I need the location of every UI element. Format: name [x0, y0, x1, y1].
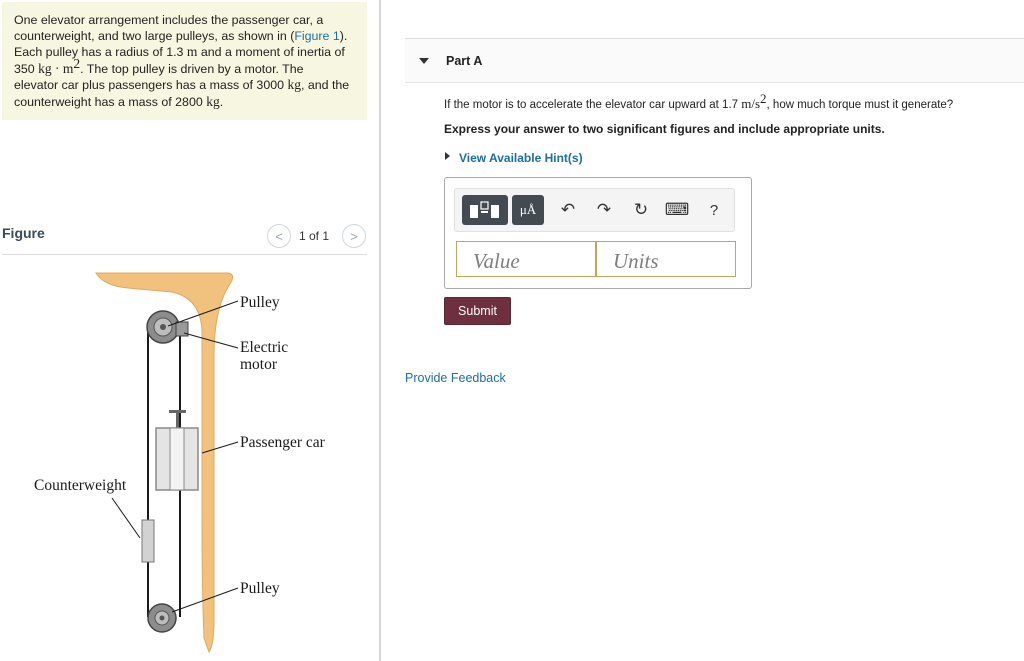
chevron-left-icon[interactable]: < [267, 224, 291, 248]
view-hints-link[interactable]: View Available Hint(s) [459, 151, 583, 165]
chevron-right-icon[interactable]: > [342, 224, 366, 248]
problem-text: ). [339, 28, 348, 43]
problem-text: 350 [14, 61, 35, 76]
problem-text: counterweight, and two large pulleys, as… [14, 28, 295, 43]
units-input[interactable] [596, 241, 736, 277]
problem-text: , and the [300, 78, 350, 93]
problem-line: 350 kg · m2. The top pulley is driven by… [14, 56, 357, 78]
problem-text: and a moment of inertia of [200, 45, 345, 60]
figure-link[interactable]: Figure 1 [294, 29, 339, 43]
problem-line: counterweight, and two large pulleys, as… [14, 29, 357, 45]
problem-text: . [219, 94, 224, 109]
help-icon[interactable]: ? [703, 198, 725, 222]
label-passenger-car: Passenger car [240, 434, 325, 451]
panel-divider [379, 0, 381, 661]
figure-counter: 1 of 1 [299, 229, 330, 243]
unit-text: kg · m [38, 60, 74, 76]
units-icon[interactable]: μÅ [512, 195, 544, 225]
templates-icon[interactable] [462, 195, 508, 225]
problem-text: Each pulley has a radius of 1.3 [14, 45, 184, 60]
problem-text: One elevator arrangement includes the pa… [14, 13, 324, 27]
reset-icon[interactable]: ↻ [630, 198, 652, 222]
problem-statement: One elevator arrangement includes the pa… [2, 2, 367, 120]
question-part: , how much torque must it generate? [766, 99, 954, 111]
problem-line: One elevator arrangement includes the pa… [14, 13, 357, 29]
redo-icon[interactable]: ↷ [593, 198, 615, 222]
unit-text: m [186, 44, 198, 60]
elevator-figure [95, 272, 239, 654]
label-counterweight: Counterweight [34, 477, 127, 494]
problem-line: elevator car plus passengers has a mass … [14, 77, 357, 94]
provide-feedback-link[interactable]: Provide Feedback [405, 371, 506, 385]
unit-text: kg [206, 93, 220, 109]
submit-button[interactable]: Submit [444, 297, 511, 325]
unit-text: kg [287, 77, 301, 93]
keyboard-icon[interactable]: ⌨ [665, 198, 690, 222]
car-top-bar [169, 410, 186, 413]
caret-down-icon[interactable] [419, 58, 429, 64]
label-pulley-top: Pulley [240, 294, 280, 311]
problem-text: . The top pulley is driven by a motor. T… [80, 61, 304, 76]
figure-title: Figure [2, 225, 45, 241]
question-text: If the motor is to accelerate the elevat… [444, 92, 954, 112]
part-a-header[interactable] [405, 38, 1024, 83]
problem-line: Each pulley has a radius of 1.3 m and a … [14, 44, 357, 61]
counterweight-shape [141, 519, 155, 563]
part-title[interactable]: Part A [446, 54, 482, 68]
label-motor-line2: motor [240, 356, 278, 373]
label-pulley-bottom: Pulley [240, 580, 280, 597]
problem-text: elevator car plus passengers has a mass … [14, 78, 284, 93]
leader-counterweight [111, 497, 141, 539]
instruction-text: Express your answer to two significant f… [444, 122, 885, 136]
question-part: If the motor is to accelerate the elevat… [444, 99, 739, 111]
unit-text: m/s [741, 96, 761, 111]
undo-icon[interactable]: ↶ [557, 198, 579, 222]
value-input[interactable] [456, 241, 596, 277]
problem-line: counterweight has a mass of 2800 kg. [14, 94, 357, 111]
caret-right-icon[interactable] [445, 152, 450, 160]
label-motor-line1: Electric [240, 339, 289, 356]
figure-divider [2, 254, 367, 255]
problem-text: counterweight has a mass of 2800 [14, 94, 203, 109]
